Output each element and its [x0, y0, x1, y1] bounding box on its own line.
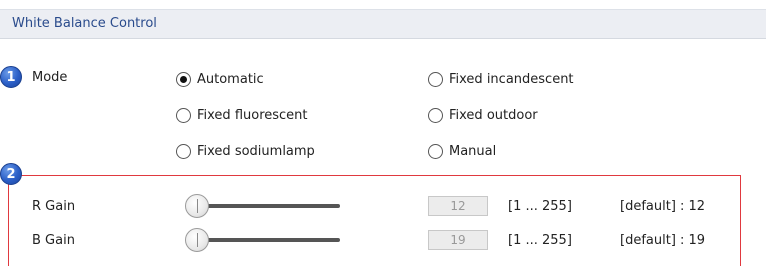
b-gain-default: [default] : 19: [620, 233, 706, 248]
step-1-badge: 1: [0, 66, 22, 88]
radio-automatic[interactable]: Automatic: [176, 70, 264, 88]
r-gain-value-field: 12: [428, 196, 488, 216]
radio-button-icon[interactable]: [428, 143, 443, 159]
slider-track: [195, 204, 340, 208]
slider-thumb[interactable]: [185, 228, 209, 252]
b-gain-slider[interactable]: [185, 228, 345, 252]
b-gain-range: [1 ... 255]: [508, 233, 572, 248]
b-gain-label: B Gain: [32, 233, 75, 248]
radio-label: Fixed outdoor: [449, 107, 538, 123]
b-gain-value-field: 19: [428, 230, 488, 250]
radio-label: Manual: [449, 143, 497, 159]
radio-button-icon[interactable]: [176, 143, 191, 159]
radio-label: Automatic: [197, 71, 264, 87]
radio-fixed-outdoor[interactable]: Fixed outdoor: [428, 106, 538, 124]
radio-fixed-fluorescent[interactable]: Fixed fluorescent: [176, 106, 308, 124]
slider-thumb[interactable]: [185, 194, 209, 218]
slider-track: [195, 238, 340, 242]
radio-button-icon[interactable]: [176, 107, 191, 123]
radio-button-icon[interactable]: [176, 71, 191, 87]
step-2-badge: 2: [0, 163, 22, 185]
r-gain-default: [default] : 12: [620, 199, 706, 214]
radio-label: Fixed fluorescent: [197, 107, 308, 123]
r-gain-label: R Gain: [32, 199, 76, 214]
radio-manual[interactable]: Manual: [428, 142, 496, 160]
r-gain-slider[interactable]: [185, 194, 345, 218]
r-gain-range: [1 ... 255]: [508, 199, 572, 214]
radio-button-icon[interactable]: [428, 71, 443, 87]
section-title: White Balance Control: [12, 16, 157, 31]
radio-fixed-incandescent[interactable]: Fixed incandescent: [428, 70, 574, 88]
radio-label: Fixed sodiumlamp: [197, 143, 315, 159]
mode-label: Mode: [32, 70, 68, 85]
radio-fixed-sodiumlamp[interactable]: Fixed sodiumlamp: [176, 142, 315, 160]
radio-button-icon[interactable]: [428, 107, 443, 123]
gain-settings-box: [8, 175, 741, 266]
radio-label: Fixed incandescent: [449, 71, 574, 87]
section-header: White Balance Control: [0, 9, 766, 39]
